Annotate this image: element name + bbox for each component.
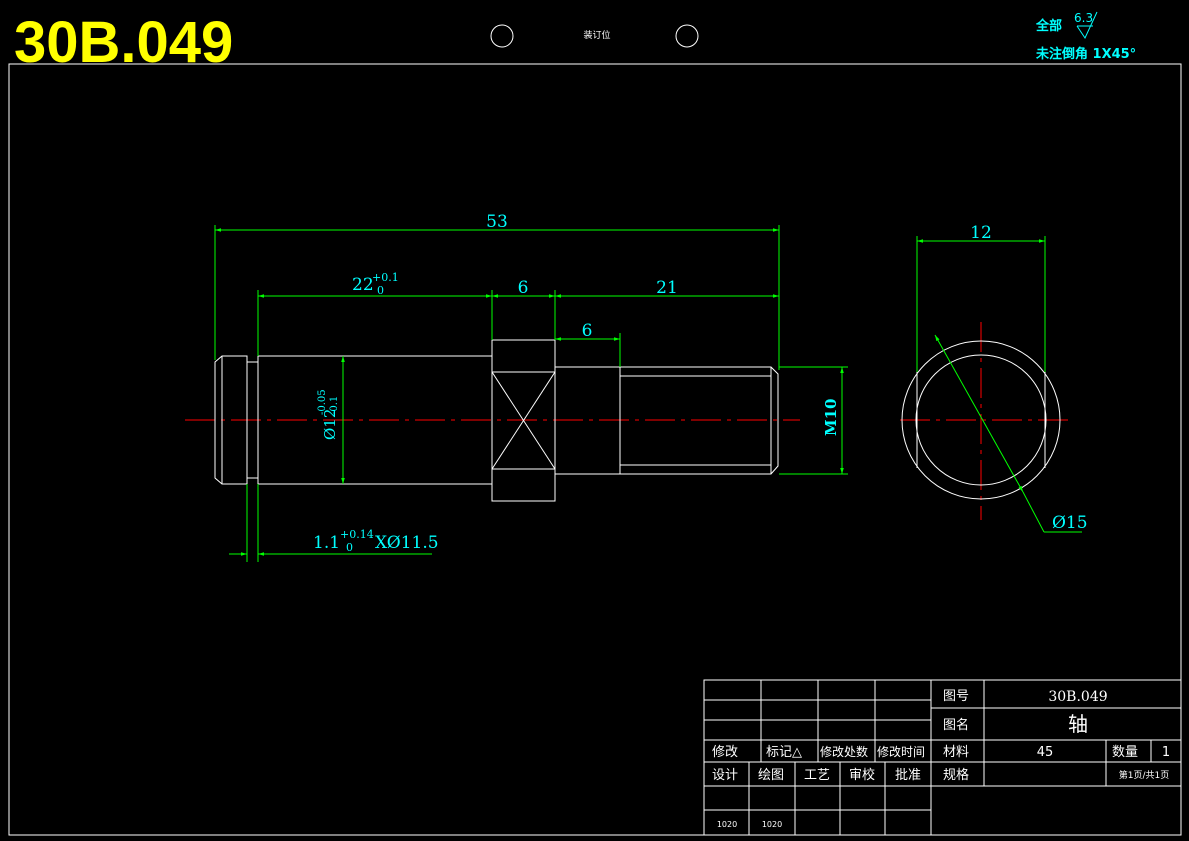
dim-main-dia-tol-lower: -0.1 <box>329 396 340 415</box>
roughness-value: 6.3 <box>1074 11 1093 25</box>
dim-section-a: 22 <box>352 275 374 295</box>
sign-value-1: 1020 <box>762 820 782 829</box>
dim-thread: M10 <box>822 399 840 436</box>
spec-label: 规格 <box>943 767 969 783</box>
binding-hole-left <box>490 24 514 48</box>
dimensions-main <box>214 225 848 562</box>
sign-header-1: 绘图 <box>758 768 784 783</box>
dim-groove-suffix: XØ11.5 <box>375 533 439 553</box>
material-value: 45 <box>1037 745 1054 760</box>
chamfer-note: 未注倒角 1X45° <box>1035 46 1136 62</box>
dim-groove-base: 1.1 <box>313 533 340 553</box>
quantity-label: 数量 <box>1112 745 1138 760</box>
end-view: 12 Ø15 <box>900 223 1088 533</box>
name-label: 图名 <box>943 717 969 733</box>
dim-relief: 6 <box>582 321 593 341</box>
roughness-note: 全部 6.3 未注倒角 1X45° <box>1035 11 1136 62</box>
sign-header-3: 审校 <box>849 767 875 783</box>
dim-end-width: 12 <box>970 223 992 243</box>
page-info: 第1页/共1页 <box>1119 769 1170 781</box>
binding-label: 装订位 <box>583 29 610 41</box>
material-label: 材料 <box>943 745 969 760</box>
sign-header-2: 工艺 <box>804 768 830 783</box>
quantity-value: 1 <box>1162 745 1170 760</box>
dim-groove-tol-lower: 0 <box>346 541 353 554</box>
dim-section-a-tol-lower: 0 <box>377 284 384 297</box>
dim-groove-tol-upper: +0.14 <box>340 528 374 541</box>
drawing-frame <box>8 63 1182 836</box>
dim-main-dia-tol-upper: -0.05 <box>317 389 328 415</box>
rev-header-1: 标记△ <box>766 745 802 760</box>
sign-header-4: 批准 <box>895 768 921 783</box>
drawing-no-label: 图号 <box>943 689 969 704</box>
name-value: 轴 <box>1068 712 1088 736</box>
title-block-text: 修改 标记△ 修改处数 修改时间 设计 绘图 工艺 审校 批准 1020 102… <box>712 689 1170 829</box>
drawing-number-title: 30B.049 <box>14 10 233 75</box>
dimension-texts: 53 22 +0.1 0 6 21 6 Ø12 -0.05 -0.1 M10 1… <box>313 212 840 554</box>
sign-value-0: 1020 <box>717 820 737 829</box>
dim-thread-part: 21 <box>656 278 678 298</box>
roughness-prefix: 全部 <box>1035 18 1062 34</box>
rev-header-0: 修改 <box>712 745 738 760</box>
dim-collar: 6 <box>518 278 529 298</box>
rev-header-3: 修改时间 <box>877 744 925 759</box>
drawing-no-value: 30B.049 <box>1048 689 1107 705</box>
sign-header-0: 设计 <box>712 768 738 783</box>
dim-overall: 53 <box>486 212 508 232</box>
dim-section-a-tol-upper: +0.1 <box>372 271 399 284</box>
binding-hole-right <box>675 24 699 48</box>
drawing-canvas: 30B.049 装订位 全部 6.3 未注倒角 1X45° 53 22 +0.1… <box>8 10 1182 836</box>
dim-end-dia: Ø15 <box>1052 513 1088 533</box>
rev-header-2: 修改处数 <box>820 744 868 759</box>
